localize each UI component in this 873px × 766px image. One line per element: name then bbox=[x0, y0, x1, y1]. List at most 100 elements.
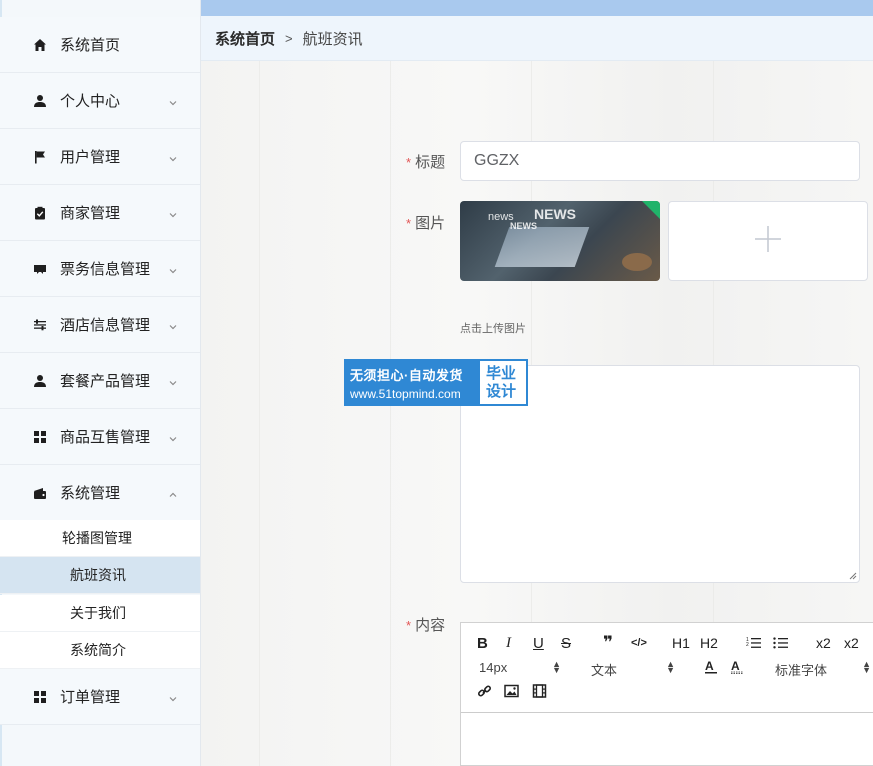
grid-icon bbox=[32, 429, 48, 445]
sidebar-item-personal[interactable]: 个人中心 bbox=[0, 73, 200, 129]
underline-button[interactable]: U bbox=[533, 635, 544, 652]
home-icon bbox=[32, 37, 48, 53]
sidebar-item-label: 商品互售管理 bbox=[60, 429, 151, 446]
strike-button[interactable]: S bbox=[561, 635, 571, 652]
image-insert-icon[interactable] bbox=[504, 684, 519, 701]
wallet-icon bbox=[32, 485, 48, 501]
heading1-button[interactable]: H1 bbox=[672, 635, 690, 651]
sidebar-item-orders[interactable]: 订单管理 bbox=[0, 669, 200, 725]
code-button[interactable]: </> bbox=[631, 637, 647, 649]
sidebar-item-label: 系统管理 bbox=[60, 485, 121, 502]
bullet-list-icon[interactable] bbox=[773, 636, 788, 653]
wood-grain bbox=[259, 61, 260, 766]
sidebar-item-label: 酒店信息管理 bbox=[60, 317, 151, 334]
image-label: * 图片 bbox=[406, 215, 446, 232]
background-color-icon[interactable]: A bbox=[730, 659, 744, 678]
block-type-select[interactable]: 文本 ▲ ▼ bbox=[591, 660, 675, 679]
sidebar-item-system[interactable]: 系统管理 bbox=[0, 465, 200, 521]
svg-text:A: A bbox=[731, 659, 740, 673]
required-mark: * bbox=[406, 155, 412, 170]
chevron-down-icon bbox=[168, 151, 178, 162]
sidebar-item-tickets[interactable]: 票务信息管理 bbox=[0, 241, 200, 297]
title-input-value: GGZX bbox=[474, 152, 520, 169]
watermark-text: 无须担心·自动发货 www.51topmind.com bbox=[346, 361, 480, 404]
video-insert-icon[interactable] bbox=[532, 684, 547, 701]
sidebar-subitem-system-intro[interactable]: 系统简介 bbox=[0, 632, 200, 669]
chevron-down-icon bbox=[168, 263, 178, 274]
select-arrows-icon: ▲ ▼ bbox=[862, 659, 871, 675]
sidebar-item-label: 个人中心 bbox=[60, 93, 121, 110]
chevron-up-icon bbox=[168, 487, 178, 497]
superscript-button[interactable]: x2 bbox=[844, 635, 859, 651]
watermark-label: 毕业 设计 bbox=[480, 361, 526, 404]
sidebar-subitem-carousel[interactable]: 轮播图管理 bbox=[0, 520, 200, 557]
breadcrumb-current: 航班资讯 bbox=[302, 30, 363, 48]
top-bar bbox=[201, 0, 873, 16]
chevron-down-icon bbox=[168, 207, 178, 218]
svg-text:2: 2 bbox=[746, 642, 749, 648]
bold-button[interactable]: B bbox=[477, 635, 488, 652]
block-type-value: 文本 bbox=[591, 663, 618, 678]
link-icon[interactable] bbox=[477, 684, 492, 702]
grid-icon bbox=[32, 689, 48, 705]
sidebar-item-hotels[interactable]: 酒店信息管理 bbox=[0, 297, 200, 353]
thumb-corner-accent bbox=[642, 201, 660, 219]
person-icon bbox=[32, 373, 48, 389]
chevron-down-icon bbox=[168, 375, 178, 386]
sidebar-item-label: 票务信息管理 bbox=[60, 261, 151, 278]
font-size-value: 14px bbox=[479, 660, 508, 675]
ticket-icon bbox=[32, 261, 48, 277]
clipboard-check-icon bbox=[32, 205, 48, 221]
sidebar-item-label: 用户管理 bbox=[60, 149, 121, 166]
editor-toolbar: B I U S ❞ </> H1 H2 12 x2 x2 14px ▲ ▼ 文本 … bbox=[461, 623, 873, 713]
italic-button[interactable]: I bbox=[506, 635, 511, 652]
font-size-select[interactable]: 14px ▲ ▼ bbox=[479, 659, 561, 676]
sidebar-subitem-about-us[interactable]: 关于我们 bbox=[0, 595, 200, 632]
sidebar-item-packages[interactable]: 套餐产品管理 bbox=[0, 353, 200, 409]
thumb-laptop-screen bbox=[494, 227, 590, 267]
breadcrumb: 系统首页 > 航班资讯 bbox=[201, 16, 873, 61]
sidebar-item-merchants[interactable]: 商家管理 bbox=[0, 185, 200, 241]
chevron-down-icon bbox=[168, 319, 178, 330]
sidebar-item-goods-exchange[interactable]: 商品互售管理 bbox=[0, 409, 200, 465]
watermark-badge-line2: 设计 bbox=[486, 382, 517, 400]
font-family-value: 标准字体 bbox=[775, 663, 828, 678]
sidebar-item-users[interactable]: 用户管理 bbox=[0, 129, 200, 185]
required-mark: * bbox=[406, 618, 412, 633]
upload-hint: 点击上传图片 bbox=[460, 323, 526, 335]
chevron-down-icon bbox=[168, 431, 178, 442]
font-family-select[interactable]: 标准字体 ▲ ▼ bbox=[775, 660, 871, 679]
thumb-coffee-cup bbox=[622, 253, 652, 271]
title-input[interactable]: GGZX bbox=[460, 141, 860, 181]
breadcrumb-separator: > bbox=[285, 30, 293, 46]
sidebar: 系统首页 个人中心 用户管理 商家管理 票务信息管理 酒店信息管理 套餐产品管理… bbox=[0, 0, 201, 766]
upload-image-button[interactable] bbox=[668, 201, 868, 281]
required-mark: * bbox=[406, 216, 412, 231]
title-label: * 标题 bbox=[406, 154, 446, 171]
watermark-line1: 无须担心·自动发货 bbox=[350, 367, 463, 383]
breadcrumb-home[interactable]: 系统首页 bbox=[215, 28, 275, 49]
ordered-list-icon[interactable]: 12 bbox=[746, 636, 761, 653]
uploaded-image-thumbnail[interactable]: NEWS news NEWS bbox=[460, 201, 660, 281]
sidebar-item-label: 订单管理 bbox=[60, 689, 121, 706]
person-icon bbox=[32, 93, 48, 109]
sliders-icon bbox=[32, 317, 48, 333]
sidebar-item-label: 套餐产品管理 bbox=[60, 373, 151, 390]
subscript-button[interactable]: x2 bbox=[816, 635, 831, 651]
thumb-word: NEWS bbox=[510, 221, 537, 231]
font-color-icon[interactable]: A bbox=[704, 659, 718, 678]
sidebar-item-label: 商家管理 bbox=[60, 205, 121, 222]
quote-button[interactable]: ❞ bbox=[603, 633, 613, 653]
chevron-down-icon bbox=[168, 95, 178, 106]
sidebar-item-label: 系统首页 bbox=[60, 37, 121, 54]
sidebar-item-home[interactable]: 系统首页 bbox=[0, 17, 200, 73]
select-arrows-icon: ▲ ▼ bbox=[552, 659, 561, 675]
thumb-word: NEWS bbox=[534, 206, 576, 222]
plus-icon bbox=[754, 225, 782, 258]
resize-handle-icon[interactable] bbox=[849, 572, 857, 580]
sidebar-subitem-flight-news[interactable]: 航班资讯 bbox=[0, 557, 200, 594]
heading2-button[interactable]: H2 bbox=[700, 635, 718, 651]
rich-text-editor[interactable]: B I U S ❞ </> H1 H2 12 x2 x2 14px ▲ ▼ 文本 … bbox=[460, 622, 873, 766]
content-label: * 内容 bbox=[406, 617, 446, 634]
select-arrows-icon: ▲ ▼ bbox=[666, 659, 675, 675]
